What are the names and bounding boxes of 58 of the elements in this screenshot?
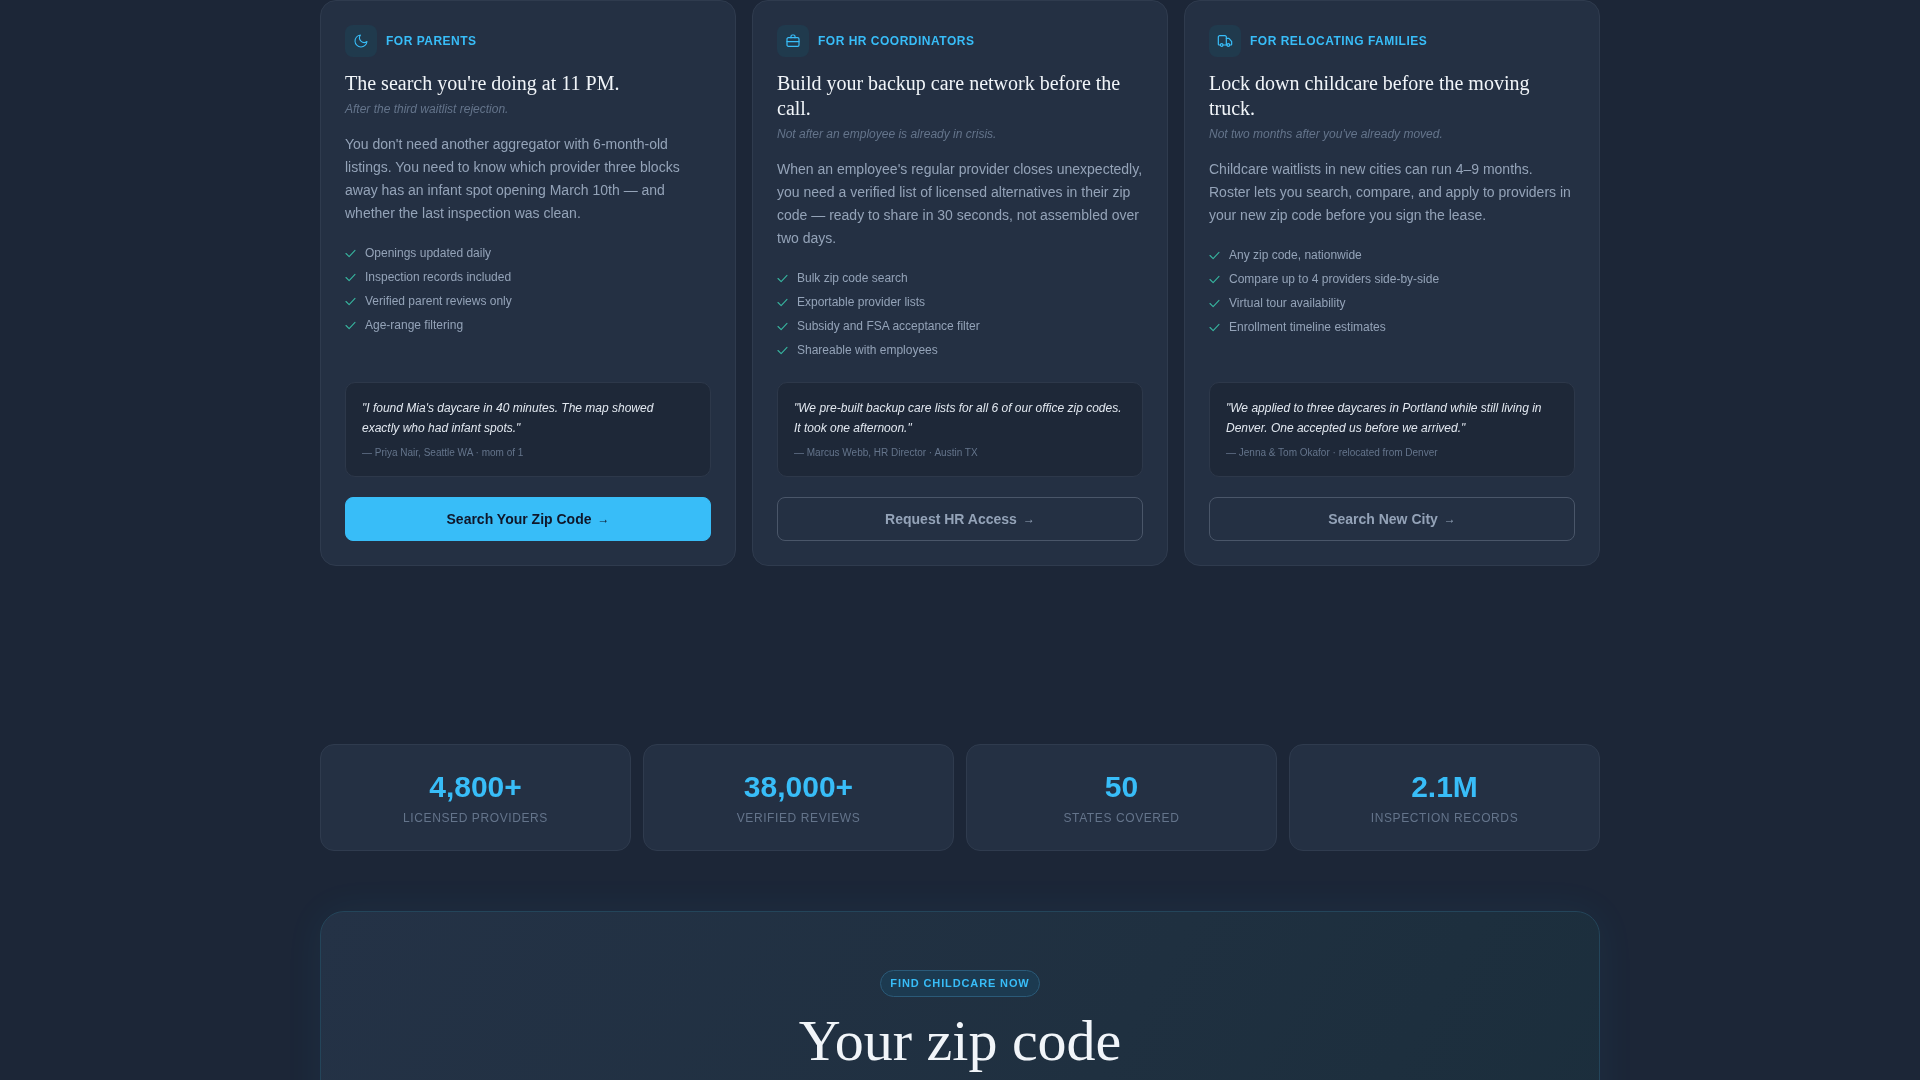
- card-description: When an employee's regular provider closes unexpectedly, you need a verified list of licensed alternatives in their zip code — ready to share in 30 seconds, not assembled over two days.: [777, 160, 1143, 248]
- feature-text: Compare up to 4 providers side-by-side: [1229, 272, 1440, 286]
- check-icon: [777, 321, 788, 331]
- check-icon: [345, 296, 356, 306]
- check-icon: [1209, 274, 1220, 284]
- moon-icon: [345, 25, 377, 57]
- card-subtitle: Not after an employee is already in crisis.: [777, 126, 998, 143]
- audience-label: FOR RELOCATING FAMILIES: [1250, 34, 1428, 48]
- feature-text: Verified parent reviews only: [365, 294, 512, 308]
- feature-text: Shareable with employees: [797, 343, 938, 357]
- audience-label: FOR PARENTS: [386, 34, 477, 48]
- check-icon: [1209, 322, 1220, 332]
- stat-label: VERIFIED REVIEWS: [735, 810, 862, 826]
- card-description: Childcare waitlists in new cities can run 4–9 months. Roster lets you search, compare, and apply to providers in your new zip code before you sign the lease.: [1209, 160, 1572, 225]
- feature-text: Virtual tour availability: [1229, 296, 1346, 310]
- cta-badge: FIND CHILDCARE NOW: [880, 970, 1040, 997]
- testimonial-quote: "I found Mia's daycare in 40 minutes. The map showed exactly who had infant spots.": [362, 400, 655, 437]
- stat-label: STATES COVERED: [1062, 810, 1181, 826]
- card-title: Lock down childcare before the moving truck.: [1209, 71, 1531, 121]
- feature-text: Inspection records included: [365, 270, 512, 284]
- check-icon: [1209, 250, 1220, 260]
- card-subtitle: Not two months after you've already moved.: [1209, 126, 1444, 143]
- feature-text: Enrollment timeline estimates: [1229, 320, 1386, 334]
- stat-value: 4,800+: [428, 769, 523, 805]
- cta-heading: Your zip code: [798, 1011, 1122, 1071]
- feature-text: Exportable provider lists: [797, 295, 926, 309]
- check-icon: [777, 297, 788, 307]
- check-icon: [777, 345, 788, 355]
- testimonial-author: — Jenna & Tom Okafor · relocated from Denver: [1226, 446, 1439, 460]
- stat-value: 50: [1103, 769, 1140, 805]
- card-title: The search you're doing at 11 PM.: [345, 71, 621, 96]
- stat-value: 2.1M: [1410, 769, 1479, 805]
- feature-text: Bulk zip code search: [797, 271, 908, 285]
- testimonial-quote: "We applied to three daycares in Portland while still living in Denver. One accepted us before we arrived.": [1226, 400, 1543, 437]
- stat-label: INSPECTION RECORDS: [1369, 810, 1520, 826]
- testimonial-author: — Priya Nair, Seattle WA · mom of 1: [362, 446, 525, 460]
- check-icon: [777, 273, 788, 283]
- feature-text: Subsidy and FSA acceptance filter: [797, 319, 980, 333]
- card-description: You don't need another aggregator with 6-month-old listings. You need to know which provider three blocks away has an infant spot opening March 10th — and whether the last inspection was clean.: [345, 135, 681, 223]
- check-icon: [345, 320, 356, 330]
- audience-label: FOR HR COORDINATORS: [818, 34, 975, 48]
- cta-button[interactable]: Search New City →: [1209, 497, 1575, 541]
- cta-button[interactable]: Search Your Zip Code →: [345, 497, 711, 541]
- check-icon: [345, 248, 356, 258]
- feature-text: Any zip code, nationwide: [1229, 248, 1362, 262]
- briefcase-icon: [777, 25, 809, 57]
- testimonial-quote: "We pre-built backup care lists for all 6 of our office zip codes. It took one afternoon.": [794, 400, 1123, 437]
- feature-text: Openings updated daily: [365, 246, 492, 260]
- feature-text: Age-range filtering: [365, 318, 464, 332]
- testimonial-author: — Marcus Webb, HR Director · Austin TX: [794, 446, 979, 460]
- stat-value: 38,000+: [742, 769, 855, 805]
- check-icon: [1209, 298, 1220, 308]
- cta-button[interactable]: Request HR Access →: [777, 497, 1143, 541]
- check-icon: [345, 272, 356, 282]
- truck-icon: [1209, 25, 1241, 57]
- stat-label: LICENSED PROVIDERS: [402, 810, 549, 826]
- card-title: Build your backup care network before the call.: [777, 71, 1122, 121]
- card-subtitle: After the third waitlist rejection.: [345, 101, 510, 118]
